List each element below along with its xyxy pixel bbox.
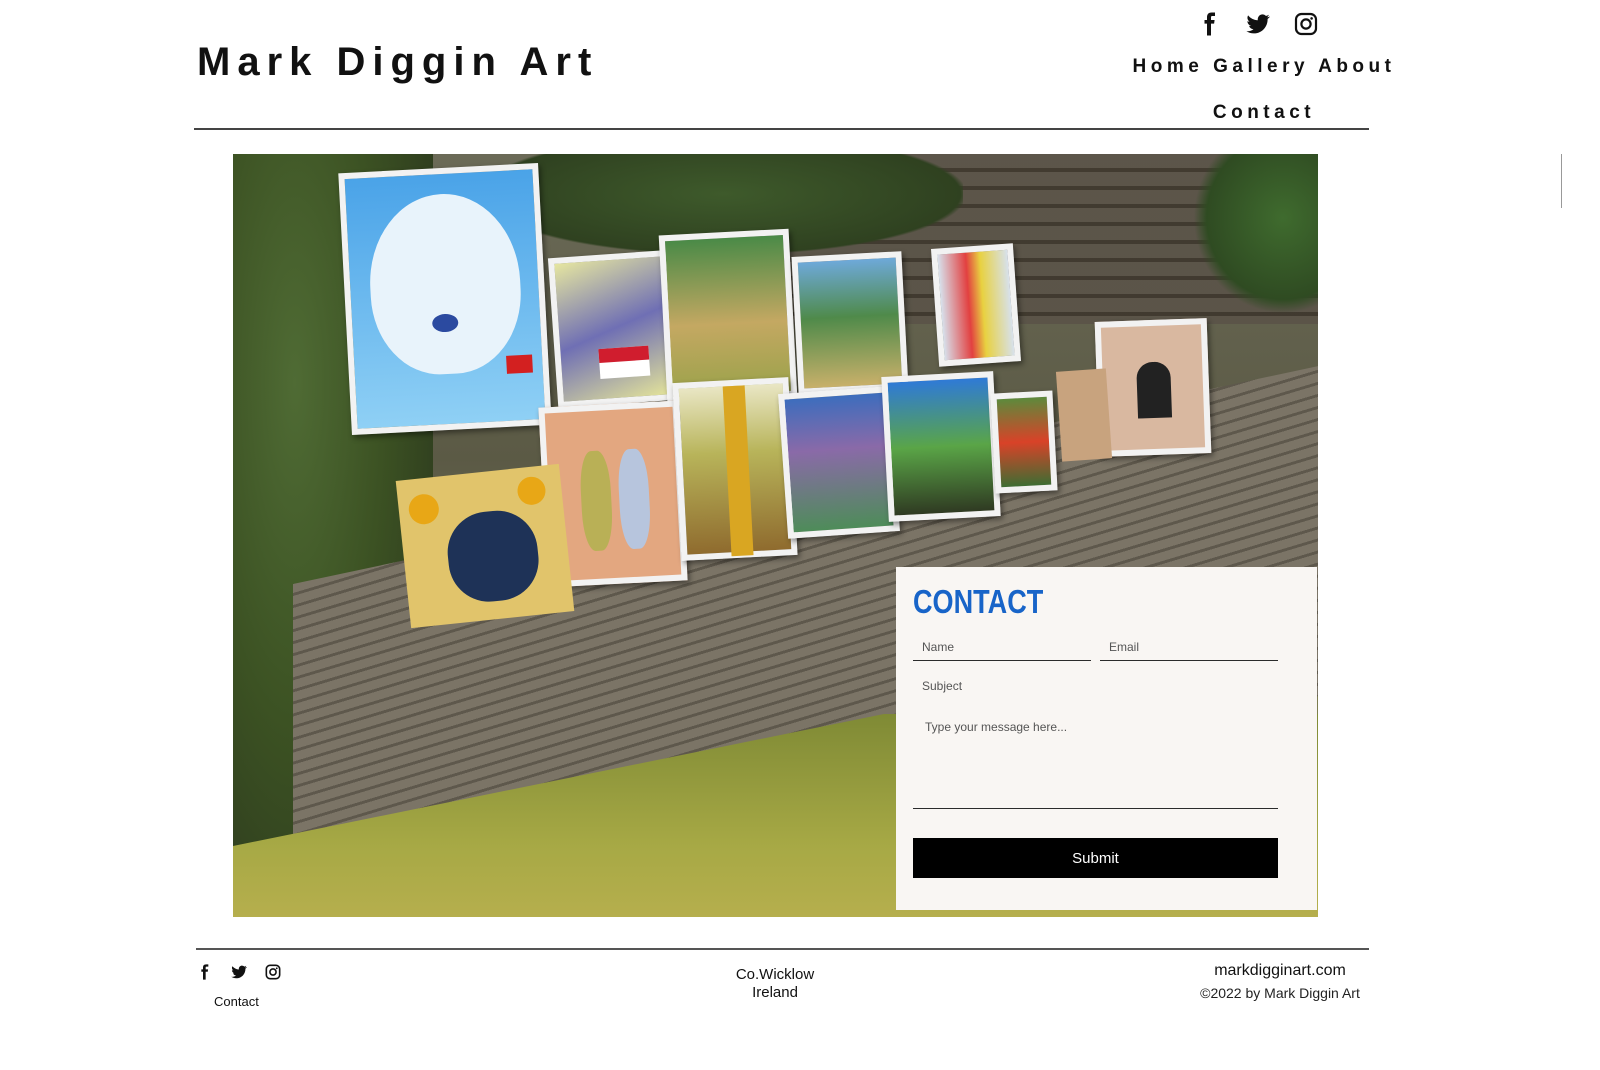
nav-contact[interactable]: Contact — [1213, 102, 1315, 123]
nav-gallery[interactable]: Gallery — [1213, 56, 1309, 77]
footer-website-link[interactable]: markdigginart.com — [1160, 962, 1400, 980]
painting-blossom-house — [547, 249, 679, 409]
contact-form: CONTACT Submit — [896, 567, 1317, 910]
painting-tree-house — [791, 251, 909, 395]
page-edge-marker — [1561, 154, 1562, 208]
footer-contact-link[interactable]: Contact — [214, 994, 259, 1009]
footer-location: Co.Wicklow Ireland — [700, 966, 850, 1002]
email-field[interactable] — [1100, 633, 1278, 661]
header-divider — [194, 128, 1369, 130]
painting-purple-blossom — [778, 386, 900, 539]
footer-social-links — [196, 963, 282, 981]
submit-button[interactable]: Submit — [913, 838, 1278, 878]
header-social-links — [1196, 10, 1320, 38]
painting-red-door — [990, 390, 1058, 494]
subject-field[interactable] — [913, 672, 1278, 700]
location-county: Co.Wicklow — [735, 966, 815, 983]
main-nav: Home Gallery About Contact — [1128, 44, 1400, 136]
painting-door — [1094, 318, 1212, 457]
twitter-icon[interactable] — [230, 963, 248, 981]
facebook-icon[interactable] — [196, 963, 214, 981]
message-field[interactable] — [913, 716, 1278, 809]
artist-card — [1055, 368, 1113, 462]
location-country: Ireland — [752, 984, 798, 1001]
instagram-icon[interactable] — [264, 963, 282, 981]
painting-figures — [930, 243, 1022, 367]
contact-heading: CONTACT — [913, 583, 1044, 620]
nav-about[interactable]: About — [1318, 56, 1395, 77]
instagram-icon[interactable] — [1292, 10, 1320, 38]
site-title[interactable]: Mark Diggin Art — [197, 40, 598, 85]
footer-divider — [196, 948, 1369, 950]
name-field[interactable] — [913, 633, 1091, 661]
hero-bush-right — [1193, 154, 1318, 314]
facebook-icon[interactable] — [1196, 10, 1224, 38]
painting-tuscany — [881, 371, 1001, 522]
footer-copyright: ©2022 by Mark Diggin Art — [1200, 985, 1360, 1001]
painting-sheep — [338, 162, 552, 436]
nav-row-1: Home Gallery About — [1128, 44, 1400, 90]
painting-yellow-flowers-sheep — [395, 463, 575, 629]
twitter-icon[interactable] — [1244, 10, 1272, 38]
nav-home[interactable]: Home — [1133, 56, 1204, 77]
